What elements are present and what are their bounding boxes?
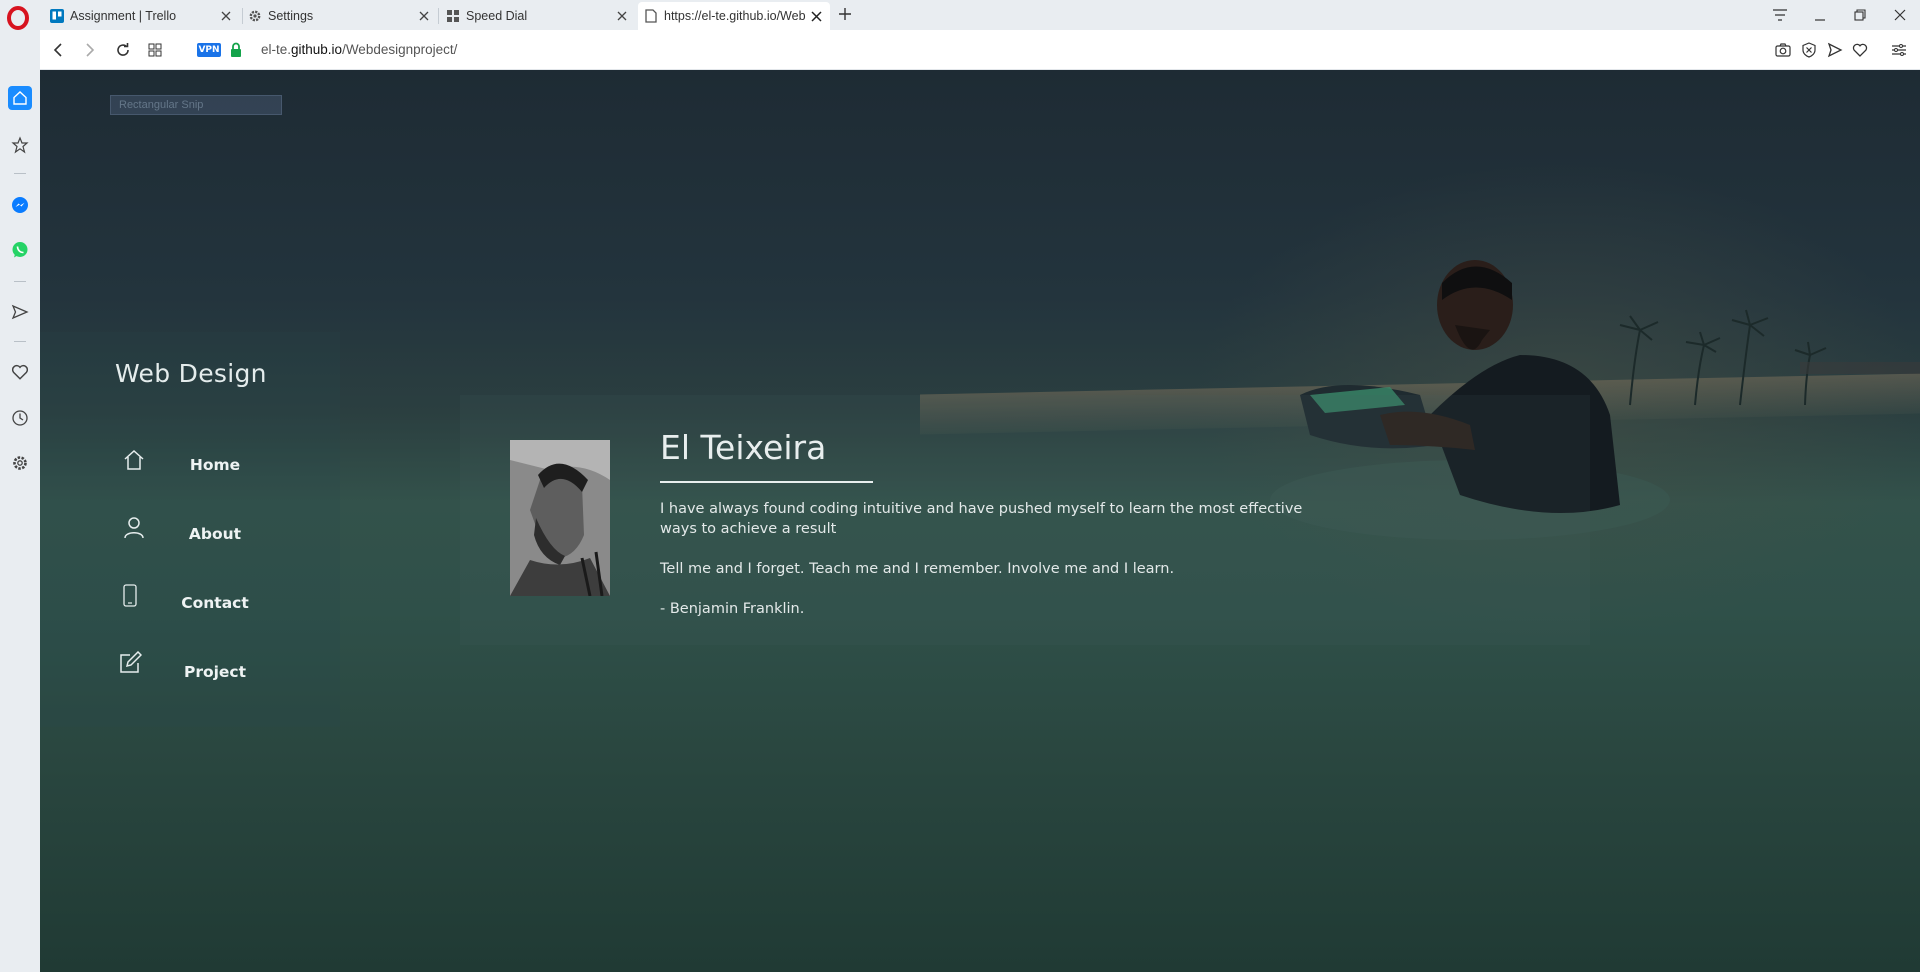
nav-contact[interactable]: Contact [115,583,315,623]
browser-sidebar [0,30,40,972]
nav-about[interactable]: About [115,514,315,554]
gear-icon [248,9,262,23]
heart-icon[interactable] [8,360,32,384]
close-window-icon[interactable] [1882,3,1918,27]
tab-active-page[interactable]: https://el-te.github.io/Web [638,2,830,30]
close-tab-icon[interactable] [218,8,234,24]
camera-icon[interactable] [1774,41,1792,59]
name-underline [660,481,873,483]
url-path: /Webdesignproject/ [342,42,458,57]
messenger-icon[interactable] [8,193,32,217]
close-tab-icon[interactable] [808,8,824,24]
new-tab-plus-icon[interactable] [836,5,854,23]
heart-icon[interactable] [1851,41,1869,59]
url-field[interactable]: el-te.github.io/Webdesignproject/ [261,42,457,57]
ad-blocker-icon[interactable] [1800,41,1818,59]
page-icon [644,9,658,23]
lock-icon[interactable] [230,42,244,58]
whatsapp-icon[interactable] [8,238,32,262]
snip-tooltip: Rectangular Snip [110,95,282,115]
tab-divider [438,8,439,24]
tab-title: https://el-te.github.io/Web [664,9,806,23]
sidebar-divider [14,281,26,282]
profile-name: El Teixeira [660,428,827,467]
tab-trello[interactable]: Assignment | Trello [44,2,240,30]
forward-arrow-icon[interactable] [80,40,100,60]
url-prefix: el-te. [261,42,292,57]
nav-home[interactable]: Home [115,445,315,485]
minimize-icon[interactable] [1802,3,1838,27]
bookmarks-icon[interactable] [8,133,32,157]
quote-attribution: - Benjamin Franklin. [660,601,805,617]
tab-title: Settings [268,9,314,23]
flow-send-icon[interactable] [8,300,32,324]
url-domain: github.io [291,42,343,57]
address-bar: VPN el-te.github.io/Webdesignproject/ [40,30,1920,70]
settings-gear-icon[interactable] [8,451,32,475]
sidebar-divider [14,173,26,174]
grid-icon [446,9,460,23]
sidebar-divider [14,341,26,342]
vpn-badge[interactable]: VPN [197,43,221,57]
trello-icon [50,9,64,23]
quote-text: Tell me and I forget. Teach me and I rem… [660,561,1175,577]
intro-line-2: ways to achieve a result [660,521,837,537]
speed-dial-home-icon[interactable] [8,86,32,110]
close-tab-icon[interactable] [416,8,432,24]
tab-settings[interactable]: Settings [242,2,438,30]
nav-project[interactable]: Project [115,651,315,692]
easy-setup-icon[interactable] [1890,41,1908,59]
intro-line-1: I have always found coding intuitive and… [660,501,1303,517]
nav-project-label: Project [183,663,247,681]
tab-grid-icon[interactable] [145,40,165,60]
profile-card [460,395,1590,645]
tab-speed-dial[interactable]: Speed Dial [440,2,636,30]
nav-home-label: Home [189,456,241,474]
send-icon[interactable] [1826,41,1844,59]
profile-portrait-image [510,440,610,596]
history-clock-icon[interactable] [8,406,32,430]
restore-icon[interactable] [1842,3,1878,27]
tab-title: Assignment | Trello [70,9,177,23]
back-arrow-icon[interactable] [48,40,68,60]
site-title[interactable]: Web Design [115,359,267,388]
reload-icon[interactable] [113,40,133,60]
tab-menu-icon[interactable] [1762,3,1798,27]
page-viewport: Rectangular Snip Web Design Home About C… [40,70,1920,972]
nav-contact-label: Contact [181,594,249,612]
tab-title: Speed Dial [466,9,528,23]
nav-about-label: About [188,525,242,543]
tab-strip: Assignment | Trello Settings Speed Dial … [0,0,1920,30]
opera-logo-icon[interactable] [6,6,30,30]
close-tab-icon[interactable] [614,8,630,24]
